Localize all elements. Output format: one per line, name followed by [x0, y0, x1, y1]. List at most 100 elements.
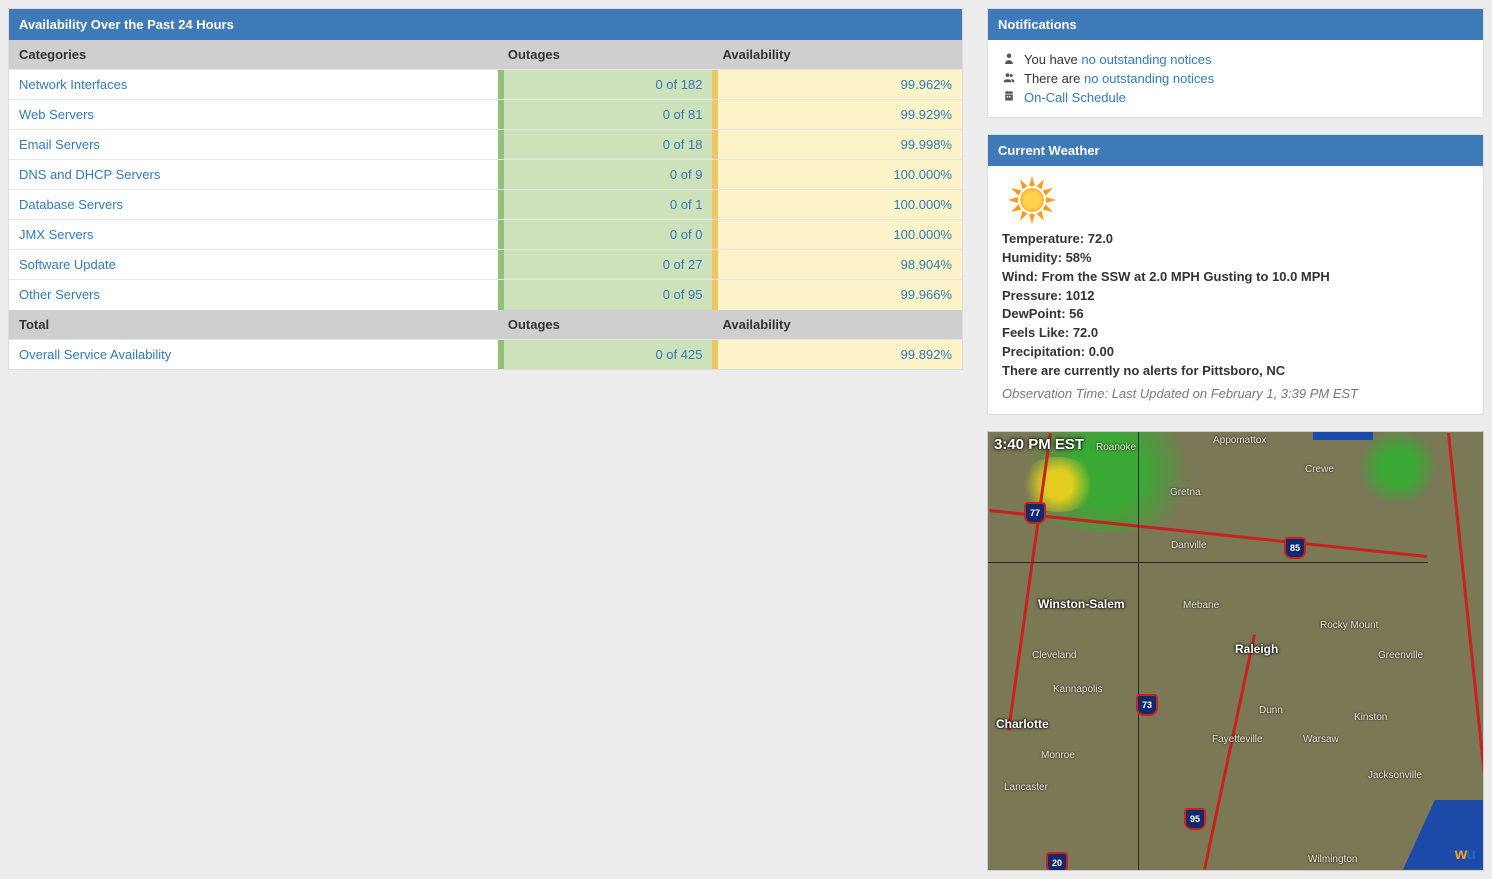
calendar-icon	[1002, 90, 1016, 105]
radar-city-minor: Greenville	[1378, 650, 1423, 661]
pressure-value: 1012	[1066, 288, 1095, 303]
availability-panel: Availability Over the Past 24 Hours Cate…	[8, 8, 963, 370]
total-availability-value: 99.892%	[901, 347, 952, 362]
table-row: DNS and DHCP Servers 0 of 9 100.000%	[9, 160, 962, 190]
outages-value: 0 of 18	[663, 137, 703, 152]
table-row: Other Servers 0 of 95 99.966%	[9, 280, 962, 310]
header-total-availability: Availability	[712, 310, 962, 340]
header-availability: Availability	[712, 40, 962, 70]
radar-city-minor: Cleveland	[1032, 650, 1076, 661]
availability-bar: 100.000%	[712, 190, 962, 219]
outages-bar: 0 of 81	[498, 100, 713, 129]
users-icon	[1002, 71, 1016, 86]
availability-table: Categories Outages Availability Network …	[9, 40, 962, 369]
radar-map[interactable]: 3:40 PM EST Winston-Salem Raleigh Charlott…	[987, 431, 1484, 871]
there-are-notices-link[interactable]: no outstanding notices	[1084, 71, 1214, 86]
table-row: JMX Servers 0 of 0 100.000%	[9, 220, 962, 250]
table-row: Web Servers 0 of 81 99.929%	[9, 100, 962, 130]
availability-value: 99.966%	[901, 287, 952, 302]
outages-value: 0 of 81	[663, 107, 703, 122]
notifications-panel-title: Notifications	[988, 9, 1483, 40]
weather-panel-title: Current Weather	[988, 135, 1483, 166]
highway-shield: 20	[1046, 852, 1068, 871]
total-outages-value: 0 of 425	[655, 347, 702, 362]
availability-value: 99.962%	[901, 77, 952, 92]
total-outages-bar: 0 of 425	[498, 340, 713, 370]
radar-city-minor: Fayetteville	[1212, 734, 1263, 745]
notifications-panel: Notifications You have no outstanding no…	[987, 8, 1484, 118]
radar-city-major: Raleigh	[1235, 642, 1278, 656]
availability-value: 100.000%	[893, 227, 952, 242]
observation-time: Observation Time: Last Updated on Februa…	[1002, 385, 1469, 404]
user-icon	[1002, 52, 1016, 67]
outages-bar: 0 of 27	[498, 250, 713, 279]
outages-bar: 0 of 1	[498, 190, 713, 219]
availability-value: 98.904%	[901, 257, 952, 272]
availability-bar: 99.929%	[712, 100, 962, 129]
highway-shield: 73	[1136, 694, 1158, 716]
weather-details: Temperature: 72.0 Humidity: 58% Wind: Fr…	[1002, 230, 1469, 404]
radar-city-minor: Mebane	[1183, 600, 1219, 611]
radar-city-major: Winston-Salem	[1038, 597, 1125, 611]
category-link[interactable]: DNS and DHCP Servers	[19, 167, 160, 182]
overall-availability-link[interactable]: Overall Service Availability	[19, 347, 171, 362]
outages-value: 0 of 182	[655, 77, 702, 92]
outages-value: 0 of 0	[670, 227, 703, 242]
table-row: Email Servers 0 of 18 99.998%	[9, 130, 962, 160]
notif-there-are-prefix: There are	[1024, 71, 1084, 86]
radar-city-minor: Roanoke	[1096, 442, 1136, 453]
list-item: You have no outstanding notices	[1002, 50, 1469, 69]
radar-city-minor: Crewe	[1305, 464, 1334, 475]
wind-label: Wind:	[1002, 269, 1042, 284]
radar-city-minor: Gretna	[1170, 487, 1201, 498]
table-row: Software Update 0 of 27 98.904%	[9, 250, 962, 280]
pressure-label: Pressure:	[1002, 288, 1066, 303]
category-link[interactable]: Web Servers	[19, 107, 94, 122]
category-link[interactable]: Software Update	[19, 257, 116, 272]
radar-city-minor: Warsaw	[1303, 734, 1339, 745]
availability-bar: 98.904%	[712, 250, 962, 279]
availability-bar: 99.966%	[712, 280, 962, 310]
category-link[interactable]: Database Servers	[19, 197, 123, 212]
radar-city-minor: Appomattox	[1213, 435, 1266, 446]
availability-bar: 99.962%	[712, 70, 962, 99]
category-link[interactable]: Network Interfaces	[19, 77, 127, 92]
category-link[interactable]: Email Servers	[19, 137, 100, 152]
weather-panel: Current Weather	[987, 134, 1484, 415]
temperature-label: Temperature:	[1002, 231, 1088, 246]
radar-city-minor: Kinston	[1354, 712, 1387, 723]
availability-value: 100.000%	[893, 167, 952, 182]
outages-value: 0 of 1	[670, 197, 703, 212]
header-total: Total	[9, 310, 498, 340]
radar-city-minor: Rocky Mount	[1320, 620, 1378, 631]
outages-value: 0 of 95	[663, 287, 703, 302]
availability-bar: 100.000%	[712, 220, 962, 249]
outages-bar: 0 of 9	[498, 160, 713, 189]
sun-icon	[1010, 178, 1054, 222]
you-have-notices-link[interactable]: no outstanding notices	[1081, 52, 1211, 67]
category-link[interactable]: JMX Servers	[19, 227, 93, 242]
highway-shield: 85	[1284, 537, 1306, 559]
radar-city-major: Charlotte	[996, 717, 1049, 731]
header-categories: Categories	[9, 40, 498, 70]
table-row-total: Overall Service Availability 0 of 425 99…	[9, 339, 962, 369]
precip-value: 0.00	[1089, 344, 1114, 359]
header-outages: Outages	[498, 40, 713, 70]
header-total-outages: Outages	[498, 310, 713, 340]
availability-value: 99.929%	[901, 107, 952, 122]
radar-city-minor: Danville	[1171, 540, 1207, 551]
outages-bar: 0 of 182	[498, 70, 713, 99]
outages-value: 0 of 27	[663, 257, 703, 272]
humidity-value: 58%	[1066, 250, 1092, 265]
weather-underground-logo: wu	[1455, 846, 1475, 864]
highway-shield: 95	[1184, 808, 1206, 830]
radar-time: 3:40 PM EST	[994, 436, 1084, 453]
temperature-value: 72.0	[1088, 231, 1113, 246]
list-item: There are no outstanding notices	[1002, 69, 1469, 88]
table-row: Network Interfaces 0 of 182 99.962%	[9, 70, 962, 100]
oncall-schedule-link[interactable]: On-Call Schedule	[1024, 90, 1126, 105]
availability-bar: 99.998%	[712, 130, 962, 159]
outages-value: 0 of 9	[670, 167, 703, 182]
notifications-list: You have no outstanding notices There ar…	[1002, 50, 1469, 107]
category-link[interactable]: Other Servers	[19, 287, 100, 302]
